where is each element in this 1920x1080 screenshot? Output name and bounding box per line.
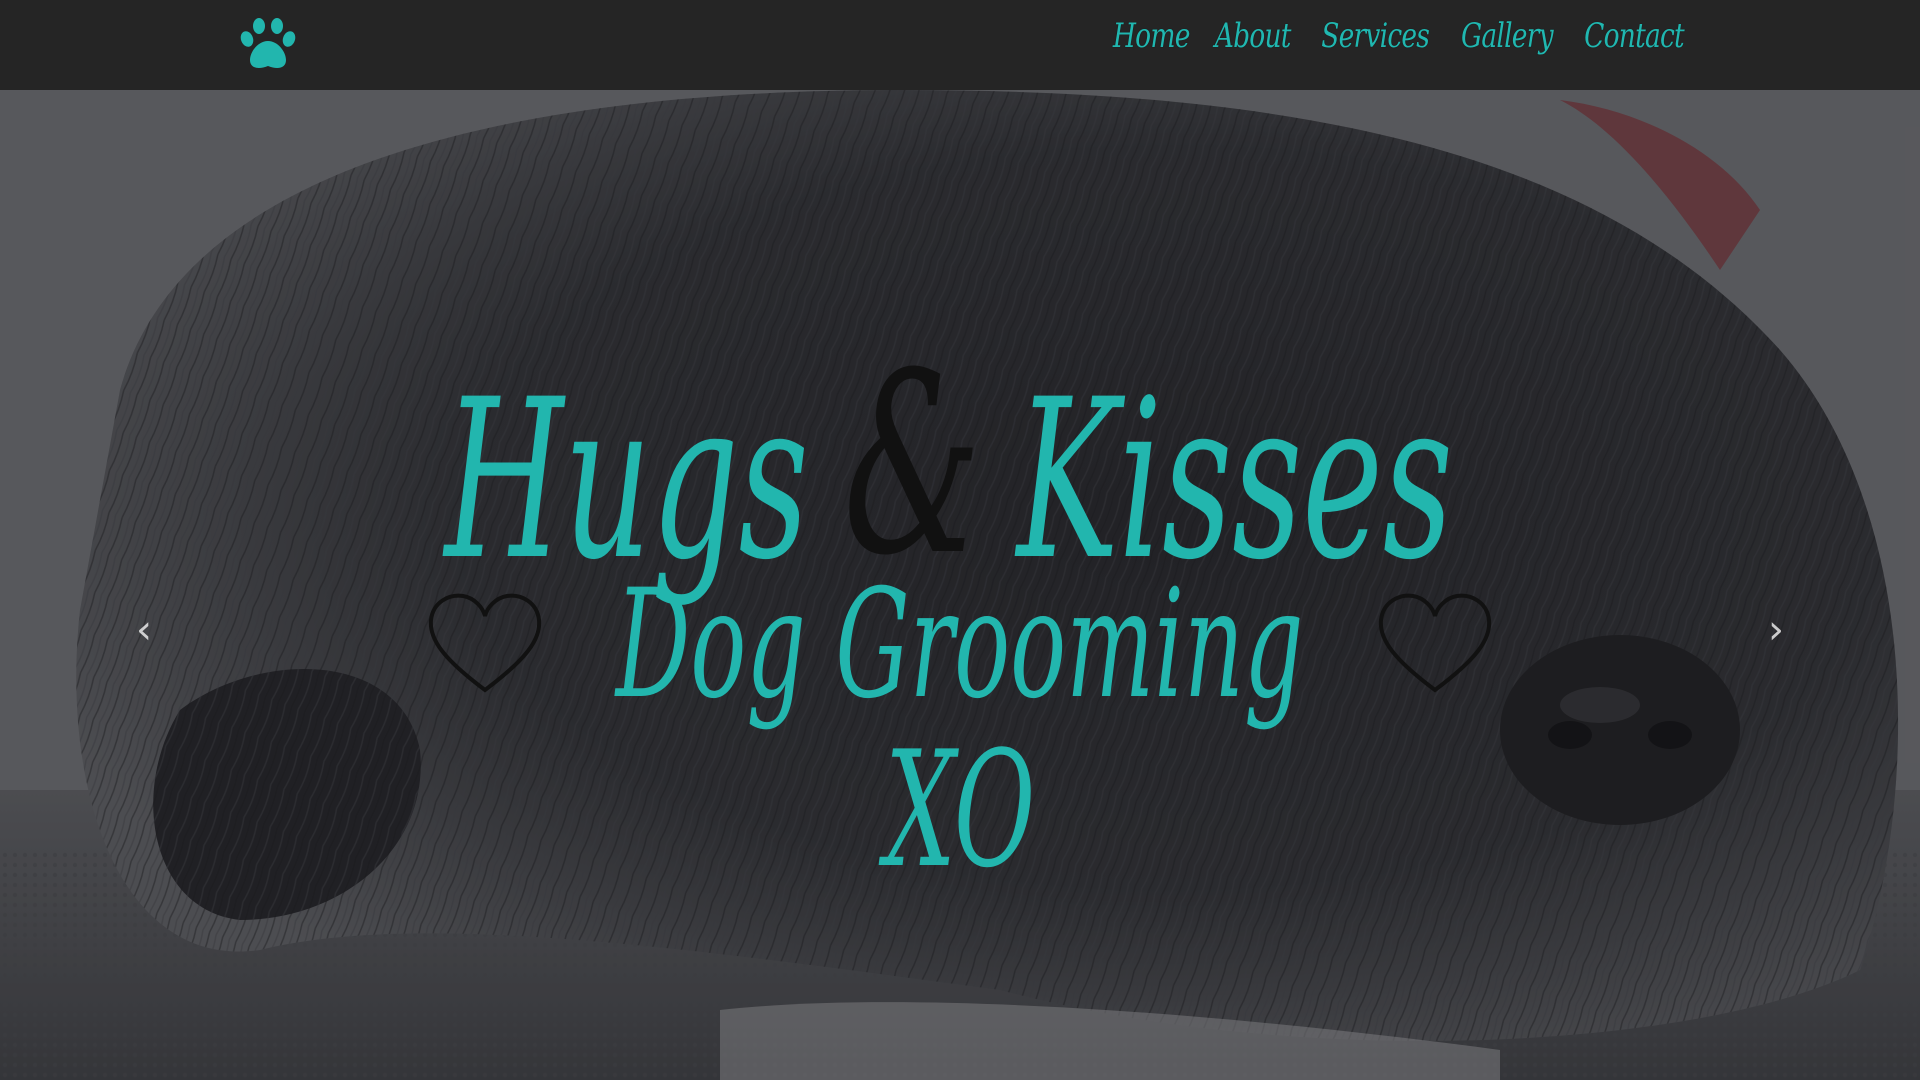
- title-word-hugs: Hugs: [444, 352, 809, 608]
- hero-title-block: Hugs & Kisses Dog Grooming XO: [0, 340, 1920, 890]
- nav-home-link[interactable]: Home: [1113, 16, 1191, 56]
- nav-menu: Home About Services Gallery Contact: [1110, 16, 1690, 56]
- title-ampersand: &: [842, 319, 981, 610]
- title-word-kisses: Kisses: [1016, 352, 1454, 608]
- paw-icon[interactable]: [238, 14, 298, 74]
- hero-carousel: ‹ › Hugs & Kisses Dog Grooming XO: [0, 90, 1920, 1080]
- hero-title: Hugs & Kisses: [0, 319, 1920, 610]
- hero-subtitle-row: Dog Grooming: [0, 570, 1920, 720]
- hero-tagline: XO: [884, 716, 1036, 903]
- nav-services-link[interactable]: Services: [1321, 16, 1430, 56]
- nav-gallery-link[interactable]: Gallery: [1461, 16, 1554, 56]
- navbar: Home About Services Gallery Contact: [0, 0, 1920, 90]
- nav-about-link[interactable]: About: [1215, 16, 1292, 56]
- hero-subtitle: Dog Grooming: [616, 558, 1304, 732]
- nav-contact-link[interactable]: Contact: [1584, 16, 1685, 56]
